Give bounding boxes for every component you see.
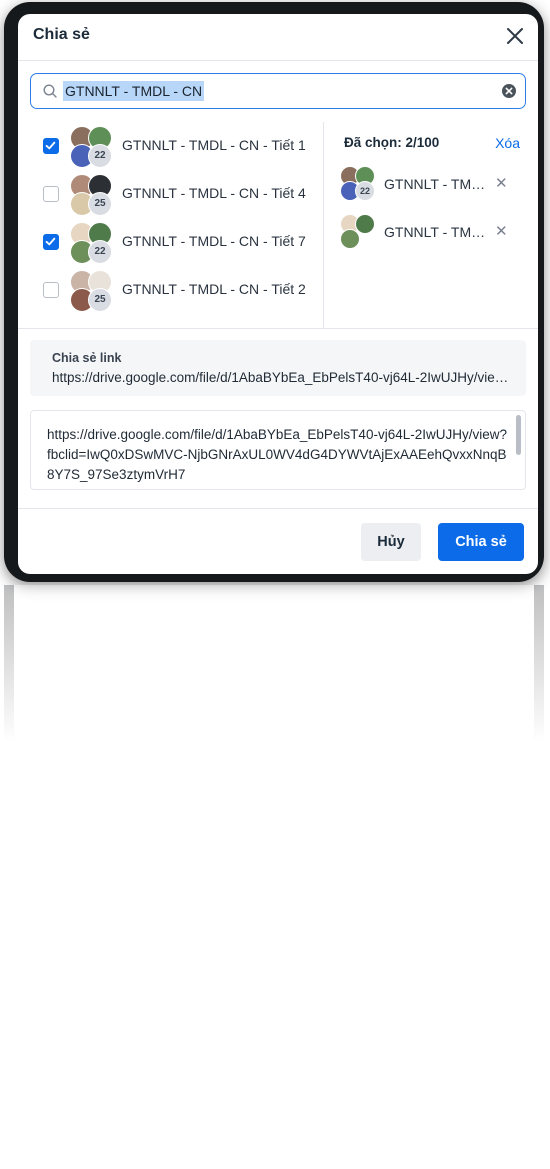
search-input[interactable]: GTNNLT - TMDL - CN	[30, 73, 526, 109]
selected-count: Đã chọn: 2/100	[344, 135, 440, 150]
scrollbar[interactable]	[516, 415, 521, 455]
group-list: 22 GTNNLT - TMDL - CN - Tiết 1 25 GTNNLT…	[18, 122, 323, 329]
share-link-box: Chia sẻ link https://drive.google.com/fi…	[30, 340, 526, 396]
selected-item: GTNNLT - TMDL - CN - Tiết 7 ✕	[338, 214, 528, 254]
search-icon	[43, 84, 57, 98]
group-name: GTNNLT - TMDL - CN - Tiết 1	[122, 137, 306, 153]
group-row[interactable]: 22 GTNNLT - TMDL - CN - Tiết 7	[18, 218, 323, 266]
member-count: 25	[88, 288, 112, 312]
message-text: https://drive.google.com/file/d/1AbaBYbE…	[47, 427, 507, 482]
reflection-fade	[0, 585, 550, 750]
device-frame: Chia sẻ GTNNLT - TMDL - CN 22 GTNNLT - T…	[4, 2, 544, 582]
group-row[interactable]: 22 GTNNLT - TMDL - CN - Tiết 1	[18, 122, 323, 170]
group-row[interactable]: 25 GTNNLT - TMDL - CN - Tiết 2	[18, 266, 323, 314]
cancel-button[interactable]: Hủy	[361, 523, 421, 561]
group-name: GTNNLT - TMDL - CN - Tiết 7	[122, 233, 306, 249]
selected-item: 22 GTNNLT - TMDL - CN - Tiết 1 ✕	[338, 166, 528, 206]
share-link-url[interactable]: https://drive.google.com/file/d/1AbaBYbE…	[52, 370, 514, 385]
dialog-title: Chia sẻ	[33, 26, 90, 43]
column-divider	[323, 122, 324, 329]
member-count: 22	[88, 144, 112, 168]
footer-divider	[18, 508, 538, 509]
group-avatar: 22	[340, 166, 376, 202]
member-count: 22	[88, 240, 112, 264]
checkbox-unchecked[interactable]	[43, 282, 59, 298]
dialog-header: Chia sẻ	[18, 14, 538, 61]
group-avatar: 25	[70, 174, 112, 216]
checkbox-checked[interactable]	[43, 234, 59, 250]
group-avatar: 25	[70, 270, 112, 312]
group-avatar	[340, 214, 376, 250]
group-avatar: 22	[70, 126, 112, 168]
member-count: 22	[355, 181, 375, 201]
search-value: GTNNLT - TMDL - CN	[63, 81, 205, 101]
section-divider	[18, 328, 538, 329]
checkbox-unchecked[interactable]	[43, 186, 59, 202]
remove-icon[interactable]: ✕	[495, 222, 508, 240]
member-count: 25	[88, 192, 112, 216]
share-link-label: Chia sẻ link	[52, 351, 122, 365]
group-name: GTNNLT - TMDL - CN - Tiết 2	[122, 281, 306, 297]
selected-item-name: GTNNLT - TMDL - CN - Tiết 1	[384, 176, 490, 192]
remove-icon[interactable]: ✕	[495, 174, 508, 192]
share-button[interactable]: Chia sẻ	[438, 523, 524, 561]
clear-selection-link[interactable]: Xóa	[495, 135, 520, 151]
selected-item-name: GTNNLT - TMDL - CN - Tiết 7	[384, 224, 490, 240]
group-avatar: 22	[70, 222, 112, 264]
clear-search-icon[interactable]	[501, 83, 517, 99]
checkbox-checked[interactable]	[43, 138, 59, 154]
group-row[interactable]: 25 GTNNLT - TMDL - CN - Tiết 4	[18, 170, 323, 218]
message-textarea[interactable]: https://drive.google.com/file/d/1AbaBYbE…	[30, 410, 526, 490]
group-name: GTNNLT - TMDL - CN - Tiết 4	[122, 185, 306, 201]
close-icon[interactable]	[502, 23, 528, 49]
share-dialog: Chia sẻ GTNNLT - TMDL - CN 22 GTNNLT - T…	[18, 14, 538, 574]
